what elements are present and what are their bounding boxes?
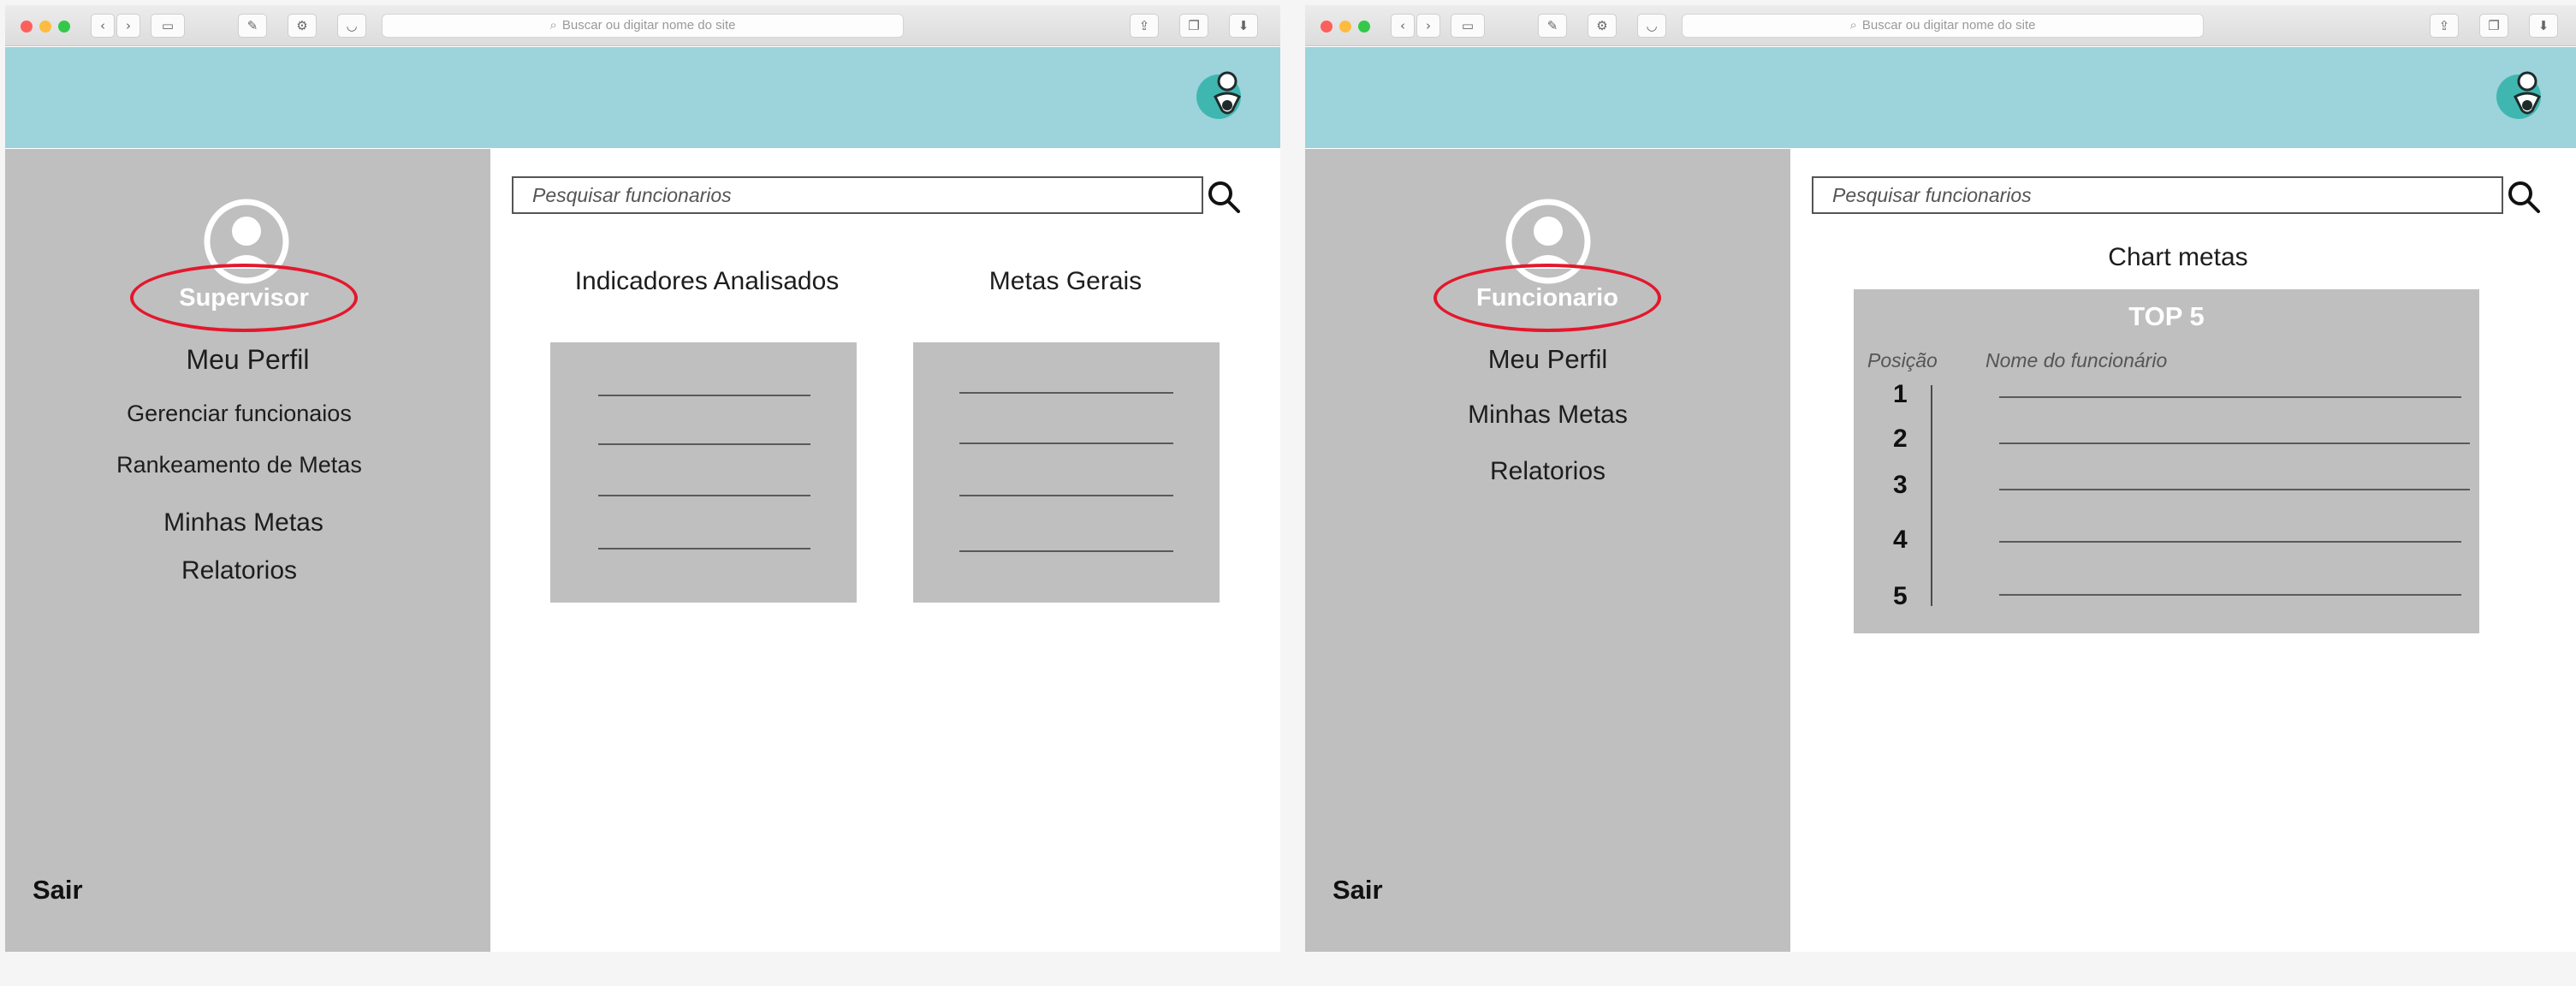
role-label: Funcionario — [1476, 284, 1618, 312]
logout-link[interactable]: Sair — [33, 875, 83, 906]
address-placeholder: Buscar ou digitar nome do site — [1861, 18, 2036, 33]
zoom-window-button[interactable] — [1358, 21, 1370, 33]
menu-item-relatorios[interactable]: Relatorios — [1305, 457, 1790, 486]
menu-item-minhas-metas[interactable]: Minhas Metas — [5, 508, 486, 538]
mockup-stage: ‹ › ▭ ✎ ⚙ ◡ ⌕ Buscar ou digitar nome do s… — [0, 0, 2576, 986]
placeholder-line — [598, 443, 810, 445]
minimize-window-button[interactable] — [39, 21, 51, 33]
browser-forward-icon[interactable]: › — [1416, 14, 1440, 38]
pocket-extension-icon[interactable]: ◡ — [337, 14, 366, 38]
address-bar[interactable]: ⌕ Buscar ou digitar nome do site — [382, 14, 904, 38]
address-placeholder: Buscar ou digitar nome do site — [561, 18, 736, 33]
placeholder-line — [598, 395, 810, 396]
sidebar-toggle-icon[interactable]: ▭ — [151, 14, 185, 38]
menu-item-rankeamento-metas[interactable]: Rankeamento de Metas — [5, 452, 482, 478]
app-logo-icon — [2496, 71, 2541, 119]
rank-1: 1 — [1893, 380, 1908, 408]
search-icon[interactable] — [1207, 180, 1241, 214]
column-divider — [1931, 385, 1932, 606]
placeholder-line — [959, 443, 1173, 444]
app-header — [5, 47, 1280, 148]
app-header — [1305, 47, 2576, 148]
search-input[interactable]: Pesquisar funcionarios — [512, 176, 1203, 214]
metas-gerais-placeholder-box — [913, 342, 1220, 603]
ranking-name-line — [1999, 443, 2470, 444]
sidebar-toggle-icon[interactable]: ▭ — [1451, 14, 1485, 38]
download-icon[interactable]: ⬇ — [1229, 14, 1258, 38]
rank-2: 2 — [1893, 425, 1908, 453]
rank-5: 5 — [1893, 582, 1908, 610]
app-logo-icon — [1196, 71, 1241, 119]
ranking-name-line — [1999, 396, 2461, 398]
share-icon[interactable]: ⇪ — [2430, 14, 2459, 38]
address-search-icon: ⌕ — [1849, 18, 1857, 33]
ranking-name-line — [1999, 541, 2461, 543]
browser-toolbar: ‹ › ▭ ✎ ⚙ ◡ ⌕ Buscar ou digitar nome do s… — [5, 5, 1280, 46]
placeholder-line — [959, 550, 1173, 552]
supervisor-window: ‹ › ▭ ✎ ⚙ ◡ ⌕ Buscar ou digitar nome do s… — [5, 5, 1280, 952]
funcionario-window: ‹ › ▭ ✎ ⚙ ◡ ⌕ Buscar ou digitar nome do s… — [1305, 5, 2576, 952]
menu-item-meu-perfil[interactable]: Meu Perfil — [5, 344, 490, 376]
browser-toolbar: ‹ › ▭ ✎ ⚙ ◡ ⌕ Buscar ou digitar nome do s… — [1305, 5, 2576, 46]
indicadores-title: Indicadores Analisados — [574, 267, 840, 295]
pocket-extension-icon[interactable]: ◡ — [1637, 14, 1666, 38]
close-window-button[interactable] — [1321, 21, 1333, 33]
menu-item-meu-perfil[interactable]: Meu Perfil — [1305, 344, 1790, 375]
placeholder-line — [959, 392, 1173, 394]
share-icon[interactable]: ⇪ — [1130, 14, 1159, 38]
browser-forward-icon[interactable]: › — [116, 14, 140, 38]
name-column-header: Nome do funcionário — [1985, 349, 2168, 371]
menu-item-relatorios[interactable]: Relatorios — [5, 556, 482, 585]
evernote-extension-icon[interactable]: ✎ — [1538, 14, 1567, 38]
close-window-button[interactable] — [21, 21, 33, 33]
search-input[interactable]: Pesquisar funcionarios — [1812, 176, 2503, 214]
ranking-name-line — [1999, 489, 2470, 490]
indicadores-placeholder-box — [550, 342, 857, 603]
rank-3: 3 — [1893, 471, 1908, 499]
wrench-extension-icon[interactable]: ⚙ — [288, 14, 317, 38]
address-bar[interactable]: ⌕ Buscar ou digitar nome do site — [1682, 14, 2204, 38]
role-label: Supervisor — [179, 284, 309, 312]
metas-gerais-title: Metas Gerais — [988, 267, 1143, 295]
address-search-icon: ⌕ — [549, 18, 557, 33]
placeholder-line — [598, 495, 810, 496]
ranking-name-line — [1999, 594, 2461, 596]
rank-4: 4 — [1893, 526, 1908, 554]
top5-ranking-panel: TOP 5 Posição Nome do funcionário 1 2 3 … — [1854, 289, 2479, 633]
placeholder-line — [959, 495, 1173, 496]
menu-item-gerenciar-funcionarios[interactable]: Gerenciar funcionaios — [5, 401, 482, 427]
sidebar: Supervisor Meu Perfil Gerenciar funciona… — [5, 149, 490, 952]
wrench-extension-icon[interactable]: ⚙ — [1588, 14, 1617, 38]
search-icon[interactable] — [2507, 180, 2541, 214]
browser-back-icon[interactable]: ‹ — [91, 14, 115, 38]
position-column-header: Posição — [1867, 349, 1938, 371]
chart-heading: Chart metas — [2108, 243, 2248, 271]
role-highlight: Supervisor — [130, 264, 358, 332]
tabs-icon[interactable]: ❐ — [2479, 14, 2508, 38]
minimize-window-button[interactable] — [1339, 21, 1351, 33]
browser-back-icon[interactable]: ‹ — [1391, 14, 1415, 38]
zoom-window-button[interactable] — [58, 21, 70, 33]
evernote-extension-icon[interactable]: ✎ — [238, 14, 267, 38]
role-highlight: Funcionario — [1433, 264, 1661, 332]
logout-link[interactable]: Sair — [1333, 875, 1383, 906]
ranking-title: TOP 5 — [2128, 301, 2205, 331]
tabs-icon[interactable]: ❐ — [1179, 14, 1208, 38]
sidebar: Funcionario Meu Perfil Minhas Metas Rela… — [1305, 149, 1790, 952]
placeholder-line — [598, 548, 810, 549]
download-icon[interactable]: ⬇ — [2529, 14, 2558, 38]
menu-item-minhas-metas[interactable]: Minhas Metas — [1305, 401, 1790, 430]
